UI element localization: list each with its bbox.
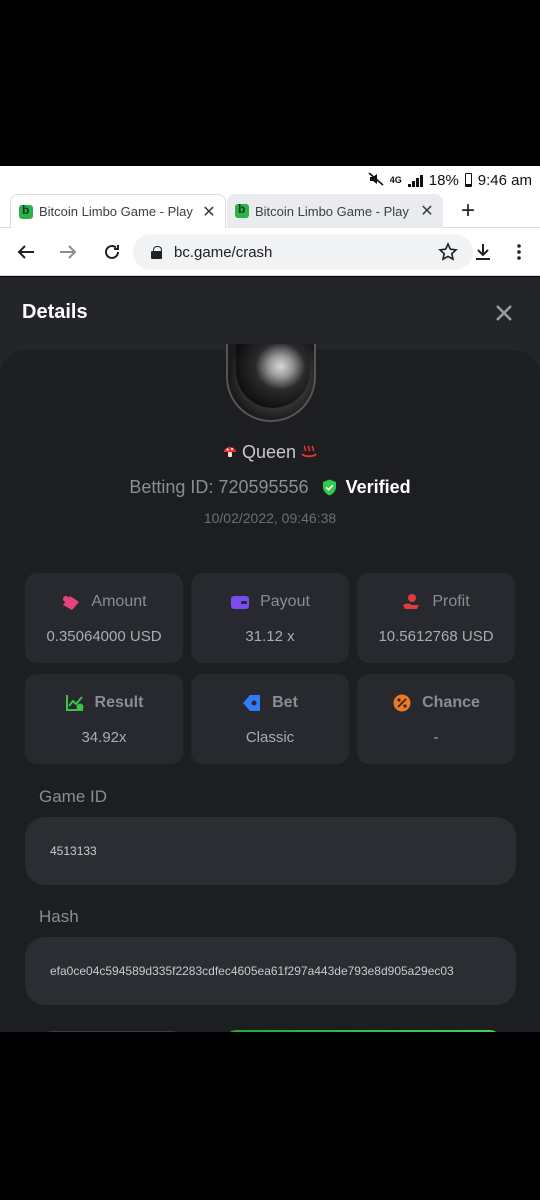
mushroom-icon (223, 443, 237, 457)
more-vert-icon (517, 244, 521, 260)
payout-wallet-icon (231, 596, 250, 609)
download-button[interactable] (469, 238, 497, 266)
payout-value: 31.12 x (245, 628, 295, 645)
forward-arrow-icon (60, 245, 77, 259)
reload-button[interactable] (98, 238, 126, 266)
download-icon (476, 244, 490, 260)
bet-details-card: Queen Betting ID: 720595556 Verified 10/… (0, 344, 540, 1032)
close-tab-icon[interactable]: ✕ (201, 202, 217, 222)
result-value: 34.92x (81, 729, 127, 746)
stat-amount: Amount 0.35064000 USD (25, 573, 183, 663)
bcgame-favicon-icon (19, 203, 33, 219)
menu-button[interactable] (505, 238, 533, 266)
signal-icon (407, 173, 423, 187)
close-tab-icon[interactable]: ✕ (419, 201, 435, 221)
betting-id: Betting ID: 720595556 (129, 477, 309, 497)
lock-icon (151, 245, 162, 259)
result-label: Result (94, 694, 144, 711)
dialog-title: Details (22, 301, 88, 323)
amount-label: Amount (91, 593, 147, 610)
stat-profit: Profit 10.5612768 USD (357, 573, 515, 663)
page-content: Details Queen Betting ID: 720595556 Veri… (0, 277, 540, 1032)
status-bar: 4G 18% 9:46 am (0, 166, 540, 194)
bet-timestamp: 10/02/2022, 09:46:38 (203, 510, 337, 526)
bet-label: Bet (272, 694, 298, 711)
tab-bitcoin-limbo-1[interactable]: Bitcoin Limbo Game - Play Lin ✕ (10, 194, 226, 228)
secondary-action-button[interactable] (42, 1031, 182, 1032)
new-tab-button[interactable]: + (456, 196, 480, 226)
bet-value: Classic (245, 729, 295, 746)
avatar[interactable] (226, 344, 316, 422)
clock: 9:46 am (477, 171, 532, 189)
chance-percent-icon (393, 694, 411, 712)
reload-icon (105, 244, 119, 259)
close-dialog-button[interactable] (492, 301, 516, 325)
stat-chance: Chance - (357, 674, 515, 764)
profit-label: Profit (432, 593, 470, 610)
profit-hand-icon (403, 594, 420, 609)
hash-label: Hash (39, 907, 79, 926)
address-bar[interactable]: bc.game/crash (133, 234, 473, 270)
back-arrow-icon (17, 245, 34, 259)
result-chart-icon (65, 695, 84, 711)
primary-action-button[interactable] (226, 1030, 500, 1032)
game-id-label: Game ID (39, 787, 108, 806)
chance-value: - (433, 729, 439, 746)
tab-title: Bitcoin Limbo Game - Play Lin (255, 203, 413, 219)
star-icon (438, 242, 458, 261)
amount-value: 0.35064000 USD (46, 628, 162, 645)
stat-result: Result 34.92x (25, 674, 183, 764)
tab-strip: Bitcoin Limbo Game - Play Lin ✕ Bitcoin … (0, 194, 540, 228)
forward-button[interactable] (54, 238, 82, 266)
back-button[interactable] (12, 238, 40, 266)
url-text: bc.game/crash (174, 243, 273, 261)
username: Queen (241, 442, 297, 462)
amount-icon (63, 596, 80, 610)
bcgame-favicon-icon (235, 202, 249, 218)
hot-springs-icon (301, 443, 317, 458)
tab-title: Bitcoin Limbo Game - Play Lin (39, 204, 195, 219)
battery-percent: 18% (428, 171, 459, 189)
verified-label: Verified (345, 477, 411, 497)
battery-icon (464, 173, 472, 187)
network-type-icon: 4G (389, 175, 402, 185)
betting-id-line: Betting ID: 720595556 Verified (0, 477, 540, 498)
tab-bitcoin-limbo-2[interactable]: Bitcoin Limbo Game - Play Lin ✕ (227, 194, 443, 228)
payout-label: Payout (260, 593, 310, 610)
verified-shield-icon (322, 479, 336, 496)
game-id-field[interactable]: 4513133 (25, 817, 516, 885)
close-icon (496, 305, 512, 321)
stat-bet: Bet Classic (191, 674, 349, 764)
username-line[interactable]: Queen (0, 442, 540, 463)
bet-tag-icon (243, 695, 261, 711)
bookmark-button[interactable] (434, 238, 462, 266)
chance-label: Chance (422, 694, 480, 711)
stat-payout: Payout 31.12 x (191, 573, 349, 663)
browser-toolbar: bc.game/crash (0, 228, 540, 276)
hash-field[interactable]: efa0ce04c594589d335f2283cdfec4605ea61f29… (25, 937, 516, 1005)
profit-value: 10.5612768 USD (378, 628, 494, 645)
mute-icon (368, 171, 384, 189)
